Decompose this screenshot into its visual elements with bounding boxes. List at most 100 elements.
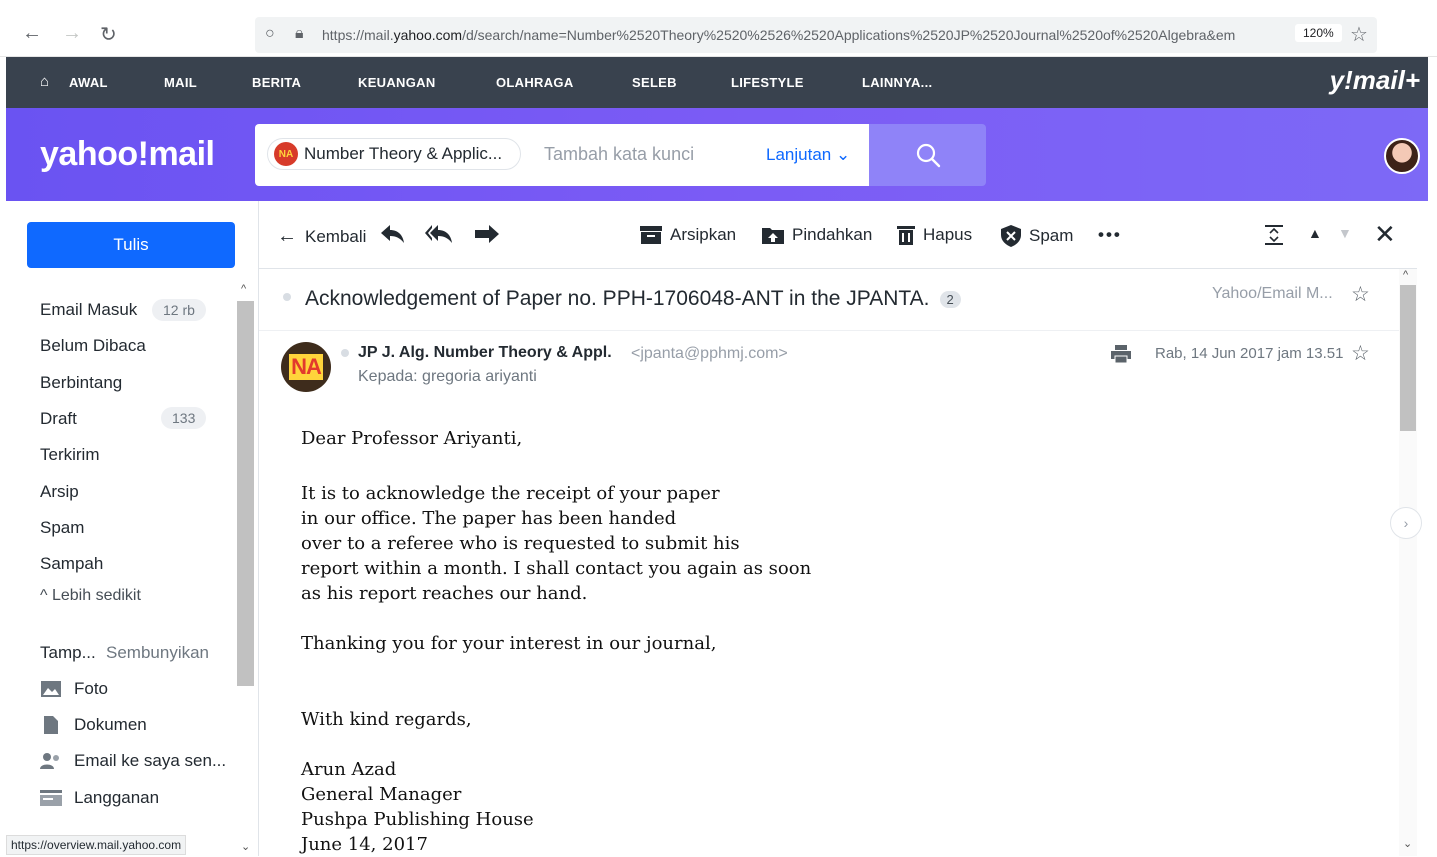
compose-button[interactable]: Tulis xyxy=(27,222,235,268)
nav-item-awal[interactable]: AWAL xyxy=(69,75,108,90)
archive-button[interactable]: Arsipkan xyxy=(640,225,736,245)
nav-item-lainnya[interactable]: LAINNYA... xyxy=(862,75,932,90)
sidebar: Tulis Email Masuk 12 rb Belum Dibaca Ber… xyxy=(6,201,258,856)
zoom-level[interactable]: 120% xyxy=(1295,24,1342,42)
nav-item-seleb[interactable]: SELEB xyxy=(632,75,677,90)
unread-dot-icon[interactable] xyxy=(283,293,291,301)
nav-item-lifestyle[interactable]: LIFESTYLE xyxy=(731,75,804,90)
search-filter-chip[interactable]: NA Number Theory & Applic... xyxy=(267,138,522,170)
search-box[interactable]: NA Number Theory & Applic... Lanjutan ⌄ xyxy=(255,124,870,186)
reply-all-button[interactable] xyxy=(425,225,453,243)
body-line: over to a referee who is requested to su… xyxy=(301,533,740,554)
signature-name: Arun Azad xyxy=(301,759,397,780)
folder-inbox[interactable]: Email Masuk xyxy=(40,300,137,320)
view-subscriptions[interactable]: Langganan xyxy=(40,788,159,808)
signature-company: Pushpa Publishing House xyxy=(301,809,534,830)
home-icon[interactable]: ⌂ xyxy=(40,73,49,90)
subject-row: Acknowledgement of Paper no. PPH-1706048… xyxy=(259,269,1399,331)
nav-item-berita[interactable]: BERITA xyxy=(252,75,301,90)
views-hide-link[interactable]: Sembunyikan xyxy=(106,643,209,663)
sidebar-scroll-thumb[interactable] xyxy=(237,301,254,686)
move-folder-icon xyxy=(762,228,784,244)
scroll-down-icon[interactable]: ⌄ xyxy=(241,840,250,853)
reply-button[interactable] xyxy=(381,225,405,243)
previous-message-icon[interactable]: ▲ xyxy=(1308,225,1322,241)
address-bar[interactable]: ○ 🔒︎ https://mail.yahoo.com/d/search/nam… xyxy=(255,17,1377,53)
delete-button[interactable]: Hapus xyxy=(897,225,972,245)
spam-button[interactable]: Spam xyxy=(1001,225,1073,247)
browser-back-icon[interactable]: ← xyxy=(22,22,42,45)
photo-icon xyxy=(40,680,62,698)
expand-collapse-icon[interactable] xyxy=(1265,225,1283,245)
bookmark-star-icon[interactable]: ☆ xyxy=(1350,22,1368,47)
folder-drafts[interactable]: Draft xyxy=(40,409,77,429)
browser-toolbar: ← → ↻ ○ 🔒︎ https://mail.yahoo.com/d/sear… xyxy=(0,0,1437,57)
search-icon xyxy=(916,143,940,168)
move-button[interactable]: Pindahkan xyxy=(762,225,872,245)
yahoo-mail-logo[interactable]: yahoo!mail xyxy=(40,135,215,174)
view-documents[interactable]: Dokumen xyxy=(40,715,147,735)
forward-button[interactable] xyxy=(475,225,499,243)
arrow-left-icon: ← xyxy=(277,225,297,247)
browser-forward-icon[interactable]: → xyxy=(62,22,82,45)
folder-unread[interactable]: Belum Dibaca xyxy=(40,336,146,356)
folder-archive[interactable]: Arsip xyxy=(40,482,79,502)
nav-item-olahraga[interactable]: OLAHRAGA xyxy=(496,75,574,90)
document-icon xyxy=(40,716,62,734)
ymail-plus-logo[interactable]: y!mail+ xyxy=(1330,65,1420,96)
folder-starred[interactable]: Berbintang xyxy=(40,373,122,393)
nav-item-mail[interactable]: MAIL xyxy=(164,75,197,90)
search-button[interactable] xyxy=(869,124,986,186)
read-status-dot-icon[interactable] xyxy=(341,349,349,357)
lock-icon[interactable]: 🔒︎ xyxy=(295,25,304,43)
sender-email[interactable]: <jpanta@pphmj.com> xyxy=(631,345,788,363)
star-icon[interactable]: ☆ xyxy=(1351,282,1370,307)
folder-sent[interactable]: Terkirim xyxy=(40,445,100,465)
pane-scroll-thumb[interactable] xyxy=(1400,285,1416,431)
recipient-line[interactable]: Kepada: gregoria ariyanti xyxy=(358,368,537,386)
views-heading: Tamp... xyxy=(40,643,96,662)
scroll-up-icon[interactable]: ^ xyxy=(241,283,246,295)
sidebar-scrollbar[interactable]: ^ ⌄ xyxy=(237,283,254,856)
message-star-icon[interactable]: ☆ xyxy=(1351,341,1370,366)
browser-reload-icon[interactable]: ↻ xyxy=(100,22,117,47)
body-line: as his report reaches our hand. xyxy=(301,583,588,604)
keyword-input[interactable] xyxy=(544,144,724,165)
advanced-search-button[interactable]: Lanjutan ⌄ xyxy=(766,145,850,165)
user-avatar[interactable] xyxy=(1384,138,1420,174)
sender-avatar: NA xyxy=(281,342,331,392)
subscription-icon xyxy=(40,789,62,807)
more-actions-icon[interactable]: ••• xyxy=(1098,225,1122,245)
body-line: It is to acknowledge the receipt of your… xyxy=(301,483,720,504)
scroll-up-icon[interactable]: ^ xyxy=(1403,269,1408,281)
sender-name[interactable]: JP J. Alg. Number Theory & Appl. xyxy=(358,344,612,362)
print-icon[interactable] xyxy=(1111,345,1131,369)
body-greeting: Dear Professor Ariyanti, xyxy=(301,428,523,449)
close-icon[interactable]: ✕ xyxy=(1374,219,1396,250)
sender-logo-icon: NA xyxy=(274,142,298,166)
body-line: in our office. The paper has been handed xyxy=(301,508,677,529)
nav-item-keuangan[interactable]: KEUANGAN xyxy=(358,75,436,90)
message-toolbar: ← Kembali Arsipkan Pindahkan Hapus Spam •… xyxy=(259,201,1417,269)
top-navigation: ⌂ AWAL MAIL BERITA KEUANGAN OLAHRAGA SEL… xyxy=(6,57,1428,108)
chevron-up-icon: ^ xyxy=(40,587,48,604)
archive-icon xyxy=(640,226,662,244)
chevron-down-icon: ⌄ xyxy=(835,145,851,164)
view-emails-to-me[interactable]: Email ke saya sen... xyxy=(40,751,226,771)
next-page-button[interactable]: › xyxy=(1390,507,1422,539)
next-message-icon[interactable]: ▼ xyxy=(1338,225,1352,241)
show-less-toggle[interactable]: ^ Lebih sedikit xyxy=(40,587,141,605)
folder-trash[interactable]: Sampah xyxy=(40,554,103,574)
folder-spam[interactable]: Spam xyxy=(40,518,84,538)
view-photos[interactable]: Foto xyxy=(40,679,108,699)
body-closing: With kind regards, xyxy=(301,709,472,730)
signature-title: General Manager xyxy=(301,784,462,805)
shield-icon[interactable]: ○ xyxy=(265,25,275,43)
inbox-count-badge: 12 rb xyxy=(152,299,206,321)
back-button[interactable]: ← Kembali xyxy=(277,225,366,248)
shield-icon xyxy=(1001,225,1021,247)
scroll-down-icon[interactable]: ⌄ xyxy=(1403,837,1412,850)
message-date: Rab, 14 Jun 2017 jam 13.51 xyxy=(1155,345,1344,362)
pane-scrollbar[interactable]: ^ ⌄ xyxy=(1399,269,1417,856)
message-folder-label[interactable]: Yahoo/Email M... xyxy=(1212,285,1333,303)
